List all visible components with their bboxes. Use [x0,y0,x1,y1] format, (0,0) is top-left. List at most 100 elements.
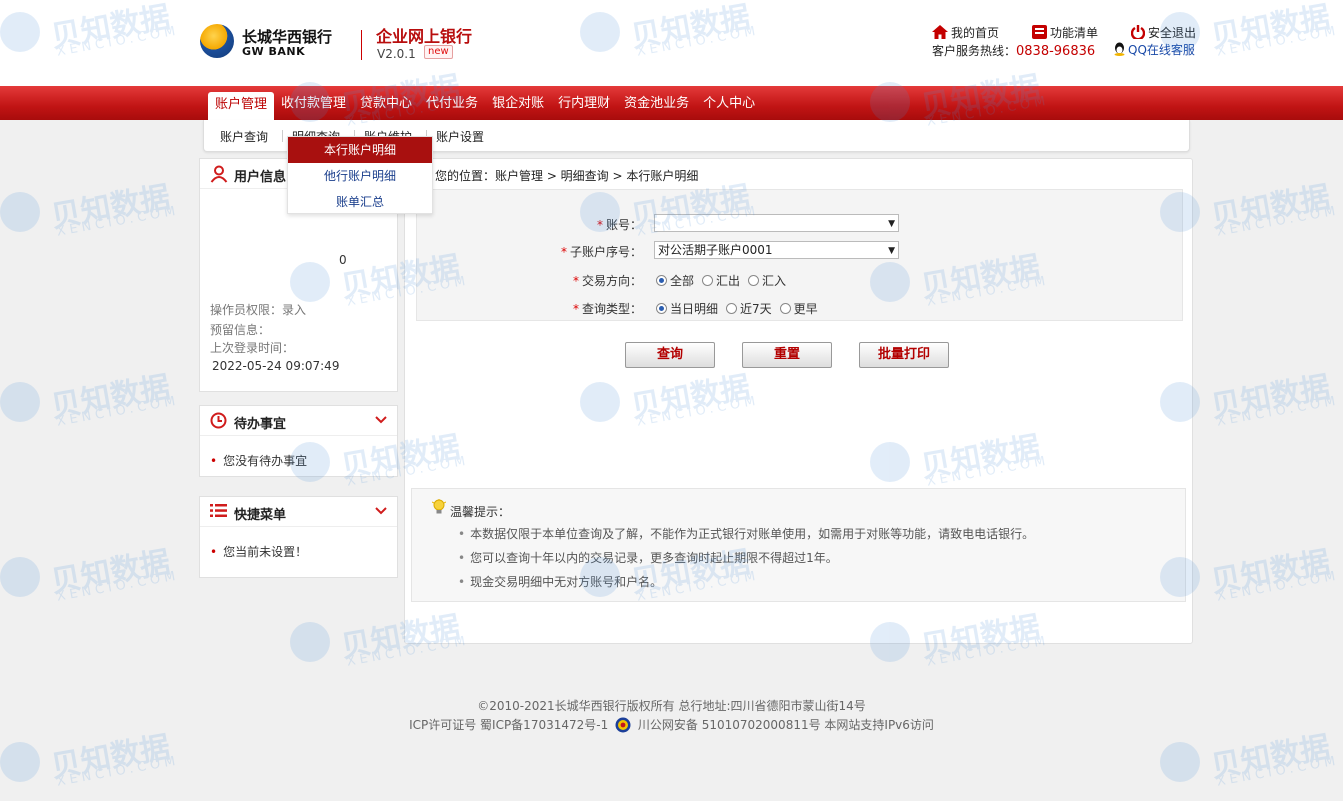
todo-header[interactable]: 待办事宜 [200,406,397,436]
watermark: 贝知数据XENCIO.COM [0,180,185,240]
query-type-radio-group: 当日明细 近7天 更早 [656,300,826,317]
reset-button[interactable]: 重置 [742,342,832,368]
bank-name-cn: 长城华西银行 [242,28,333,46]
last-login-value: 2022-05-24 09:07:49 [212,359,340,373]
watermark: 贝知数据XENCIO.COM [0,370,185,430]
watermark: 贝知数据XENCIO.COM [1160,730,1343,790]
qq-service-link[interactable]: QQ在线客服 [1113,41,1195,59]
dropdown-own-bank-detail[interactable]: 本行账户明细 [288,137,432,163]
qq-penguin-icon [1113,42,1126,59]
tip-item: • 本数据仅限于本单位查询及了解，不能作为正式银行对账单使用，如需用于对账等功能，… [458,527,1035,541]
watermark-en: XENCIO.COM [55,568,181,605]
account-label: * 账号： [596,218,642,232]
permission-row: 操作员权限：录入 [210,301,306,318]
footer-police-text[interactable]: 川公网安备 51010702000811号 本网站支持IPv6访问 [638,718,934,732]
sub-account-label: * 子账户序号： [560,245,642,259]
bank-name-en: GW BANK [242,45,306,58]
logout-label: 安全退出 [1148,26,1197,40]
direction-label: * 交易方向： [572,274,642,288]
query-type-radio-7days[interactable]: 近7天 [726,300,772,317]
todo-panel: 待办事宜 • 您没有待办事宜 [199,405,398,477]
nav-item-account-management[interactable]: 账户管理 [208,92,275,120]
dropdown-other-bank-detail[interactable]: 他行账户明细 [288,163,432,189]
list-icon [1032,25,1047,42]
qq-service-label: QQ在线客服 [1128,43,1195,57]
todo-empty-text: 您没有待办事宜 [223,454,308,468]
nav-item-cash-pool[interactable]: 资金池业务 [617,90,696,118]
footer-icp-text[interactable]: ICP许可证号 蜀ICP备17031472号-1 [409,718,608,732]
user-info-title: 用户信息 [234,170,287,185]
home-link-label: 我的首页 [951,26,1000,40]
power-icon [1130,25,1146,42]
nav-item-payments[interactable]: 收付款管理 [274,90,353,118]
logout-link[interactable]: 安全退出 [1130,24,1197,42]
service-hotline: 客户服务热线：0838-96836 [932,42,1095,59]
watermark-cn: 贝知数据 [48,544,173,601]
quick-menu-empty-text: 您当前未设置！ [223,545,308,559]
tip-item: • 您可以查询十年以内的交易记录，更多查询时起止期限不得超过1年。 [458,551,838,565]
user-icon [210,165,228,186]
subnav-account-settings[interactable]: 账户设置 [436,128,484,145]
hotline-number: 0838-96836 [1016,44,1096,59]
nav-item-agency-payment[interactable]: 代付业务 [419,90,485,118]
nav-item-reconciliation[interactable]: 银企对账 [485,90,551,118]
caret-down-icon: ▼ [888,246,895,256]
police-badge-icon [615,717,631,736]
watermark-en: XENCIO.COM [1215,753,1341,790]
watermark-en: XENCIO.COM [55,203,181,240]
lightbulb-icon [431,498,447,519]
watermark-cn: 贝知数据 [1208,369,1333,426]
query-form: * 账号： ▼ * 子账户序号： 对公活期子账户0001 ▼ * 交易方向： 全部 汇… [416,189,1183,321]
detail-query-dropdown: 本行账户明细 他行账户明细 账单汇总 [287,136,433,214]
watermark-cn: 贝知数据 [48,369,173,426]
nav-item-personal-center[interactable]: 个人中心 [696,90,762,118]
user-balance-value: 0 [339,253,347,267]
sub-account-select[interactable]: 对公活期子账户0001 ▼ [654,241,899,259]
chevron-down-icon[interactable] [375,505,387,519]
list-icon [210,503,227,521]
watermark: 贝知数据XENCIO.COM [0,545,185,605]
clock-icon [210,412,227,432]
tip-item: • 现金交易明细中无对方账号和户名。 [458,575,663,589]
reserved-info-label: 预留信息： [210,323,271,337]
header-divider [361,30,362,60]
query-type-radio-earlier[interactable]: 更早 [779,300,818,317]
watermark-cn: 贝知数据 [48,179,173,236]
top-header: 长城华西银行 GW BANK 企业网上银行 V2.0.1 new 我的首页 功能… [0,0,1343,86]
direction-radio-in[interactable]: 汇入 [748,272,786,289]
watermark-en: XENCIO.COM [1215,568,1341,605]
permission-label: 操作员权限： [210,303,283,317]
nav-item-wealth[interactable]: 行内理财 [551,90,617,118]
dropdown-statement-summary[interactable]: 账单汇总 [288,189,432,215]
direction-radio-group: 全部 汇出 汇入 [656,272,794,289]
menu-list-link[interactable]: 功能清单 [1032,24,1098,42]
new-badge: new [424,45,453,59]
subnav-account-query[interactable]: 账户查询 [220,128,268,145]
todo-empty-item: • 您没有待办事宜 [210,454,308,468]
footer-copyright: ©2010-2021长城华西银行版权所有 总行地址:四川省德阳市蒙山街14号 [477,699,866,713]
direction-radio-out[interactable]: 汇出 [702,272,740,289]
subnav-separator [282,130,283,142]
watermark-cn: 贝知数据 [1208,544,1333,601]
direction-radio-all[interactable]: 全部 [656,272,694,289]
breadcrumb: 您的位置：账户管理 > 明细查询 > 本行账户明细 [435,169,699,183]
nav-item-loans[interactable]: 贷款中心 [353,90,419,118]
tips-title: 温馨提示： [450,505,511,519]
account-select[interactable]: ▼ [654,214,899,232]
quick-menu-header[interactable]: 快捷菜单 [200,497,397,527]
main-nav: 账户管理 收付款管理 贷款中心 代付业务 银企对账 行内理财 资金池业务 个人中… [208,90,762,120]
query-button[interactable]: 查询 [625,342,715,368]
chevron-down-icon[interactable] [375,414,387,428]
tips-box: 温馨提示： • 本数据仅限于本单位查询及了解，不能作为正式银行对账单使用，如需用于… [411,488,1186,602]
query-type-radio-today[interactable]: 当日明细 [656,300,718,317]
menu-list-label: 功能清单 [1050,26,1099,40]
batch-print-button[interactable]: 批量打印 [859,342,949,368]
last-login-label: 上次登录时间： [210,341,295,355]
watermark-cn: 贝知数据 [1208,179,1333,236]
home-link[interactable]: 我的首页 [932,24,999,42]
permission-value: 录入 [282,303,307,317]
system-name: 企业网上银行 [376,27,473,46]
main-nav-bar: 账户管理 收付款管理 贷款中心 代付业务 银企对账 行内理财 资金池业务 个人中… [0,86,1343,120]
bank-logo[interactable] [200,24,234,58]
caret-down-icon: ▼ [888,219,895,229]
